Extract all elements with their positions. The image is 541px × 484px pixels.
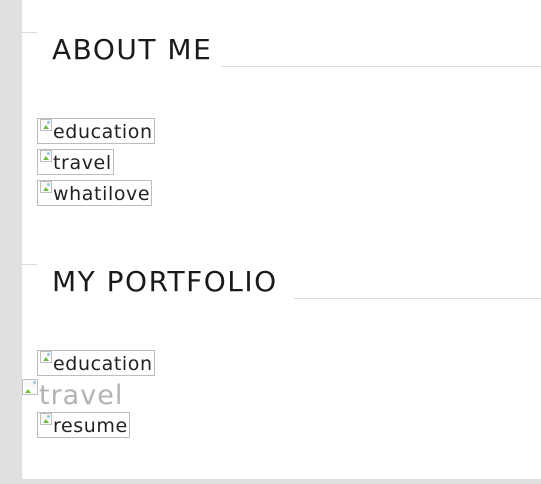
image-alt-text: travel bbox=[53, 152, 112, 174]
broken-image-icon bbox=[22, 379, 38, 395]
about-me-divider bbox=[221, 66, 541, 67]
image-alt-text: education bbox=[53, 353, 153, 375]
portfolio-travel-image[interactable]: travel bbox=[22, 379, 124, 411]
image-alt-text: education bbox=[53, 121, 153, 143]
my-portfolio-title: MY PORTFOLIO bbox=[52, 265, 278, 298]
broken-image-icon bbox=[40, 351, 52, 363]
about-whatilove-image[interactable]: whatilove bbox=[37, 180, 153, 206]
portfolio-education-image[interactable]: education bbox=[37, 350, 155, 376]
about-travel-image[interactable]: travel bbox=[37, 149, 114, 175]
broken-image-icon bbox=[40, 181, 52, 193]
section-left-tick bbox=[22, 32, 37, 33]
section-left-tick bbox=[22, 264, 37, 265]
image-alt-text: whatilove bbox=[53, 183, 151, 205]
portfolio-resume-image[interactable]: resume bbox=[37, 412, 130, 438]
broken-image-icon bbox=[40, 150, 52, 162]
image-alt-text: resume bbox=[53, 415, 128, 437]
broken-image-icon bbox=[40, 119, 52, 131]
my-portfolio-divider bbox=[294, 298, 541, 299]
about-me-title: ABOUT ME bbox=[52, 33, 213, 66]
image-alt-text: travel bbox=[39, 380, 124, 411]
about-education-image[interactable]: education bbox=[37, 118, 155, 144]
broken-image-icon bbox=[40, 413, 52, 425]
